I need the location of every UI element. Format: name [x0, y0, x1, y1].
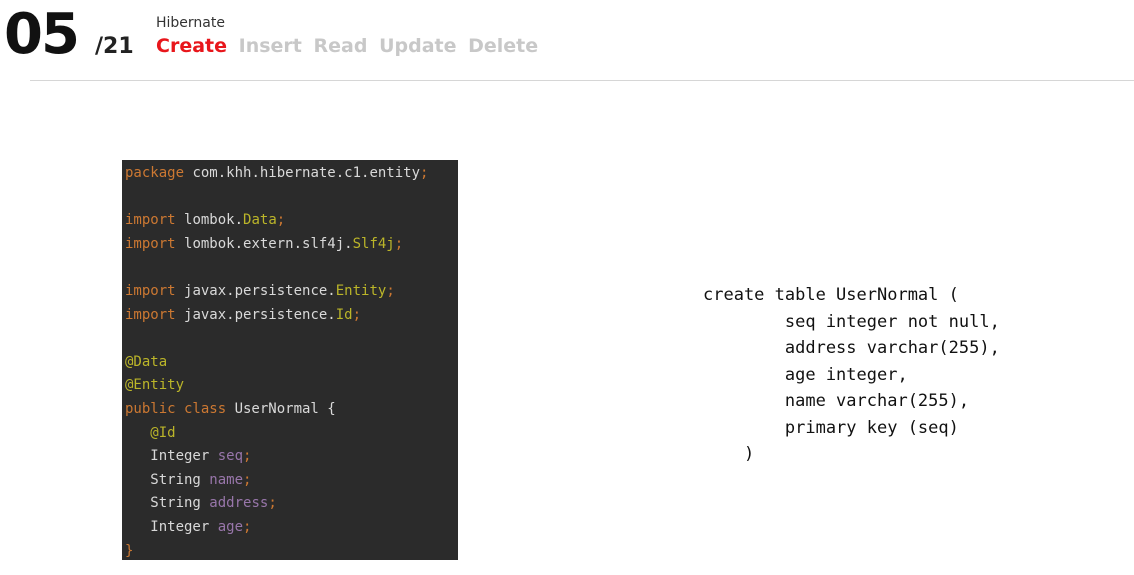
code-line: String name; — [125, 469, 458, 493]
sql-line: create table UserNormal ( — [703, 285, 959, 305]
code-token: package — [125, 165, 193, 181]
code-token: lombok. — [184, 212, 244, 229]
code-token: ; — [268, 495, 277, 512]
code-token: ; — [386, 282, 395, 299]
code-line: String address; — [125, 492, 458, 516]
crud-item-delete: Delete — [468, 35, 539, 57]
crud-item-insert: Insert — [238, 35, 302, 57]
code-token: javax.persistence. — [184, 306, 336, 323]
code-token: public class — [125, 400, 235, 417]
java-code-panel: package com.khh.hibernate.c1.entity; imp… — [122, 160, 458, 560]
sql-code-block: create table UserNormal ( seq integer no… — [703, 282, 1000, 468]
code-line: Integer seq; — [125, 445, 458, 469]
code-line: import javax.persistence.Entity; — [125, 280, 458, 304]
code-token: seq — [217, 448, 244, 465]
code-token: UserNormal { — [234, 400, 336, 417]
code-line: public class UserNormal { — [125, 398, 458, 422]
code-token: @Data — [125, 353, 168, 370]
code-token: ; — [420, 165, 429, 181]
crud-item-read: Read — [313, 35, 368, 57]
code-token: import — [125, 282, 185, 299]
code-token: ; — [276, 212, 286, 229]
code-token: @Entity — [125, 377, 185, 394]
code-token: } — [125, 542, 134, 559]
sql-line: name varchar(255), — [703, 391, 970, 411]
code-token: @Id — [125, 424, 176, 441]
topic-label: Hibernate — [156, 15, 225, 31]
code-line: import lombok.extern.slf4j.Slf4j; — [125, 233, 458, 257]
code-token: Id — [335, 306, 353, 323]
code-token: import — [125, 212, 185, 229]
code-line: } — [125, 540, 458, 561]
code-token: ; — [243, 471, 252, 488]
code-token: Data — [243, 212, 277, 229]
code-token: import — [125, 235, 185, 252]
code-token: ; — [352, 306, 362, 323]
code-token: ; — [394, 235, 404, 252]
code-line: @Data — [125, 351, 458, 375]
code-token: com.khh.hibernate.c1.entity — [192, 165, 421, 181]
sql-line: age integer, — [703, 364, 908, 385]
code-token: String — [125, 471, 210, 488]
code-token: ; — [243, 448, 252, 465]
sql-line: seq integer not null, — [703, 311, 1000, 332]
code-token: address — [209, 495, 269, 512]
header-divider — [30, 80, 1134, 81]
slide-total: /21 — [95, 34, 134, 59]
code-line: Integer age; — [125, 516, 458, 540]
code-token: Integer — [125, 448, 218, 465]
code-line: @Entity — [125, 374, 458, 398]
code-token: import — [125, 306, 185, 323]
sql-line: primary key (seq) — [703, 417, 959, 438]
code-line: package com.khh.hibernate.c1.entity; — [125, 162, 458, 186]
slide-number: 05 — [4, 2, 80, 67]
sql-line: address varchar(255), — [703, 338, 1000, 358]
crud-item-update: Update — [379, 35, 457, 57]
slide-header: 05 /21 Hibernate Create Insert Read Upda… — [0, 0, 1134, 80]
java-code-block: package com.khh.hibernate.c1.entity; imp… — [122, 160, 458, 560]
sql-line: ) — [703, 444, 755, 464]
crud-nav: Create Insert Read Update Delete — [156, 35, 543, 57]
code-token: lombok.extern.slf4j. — [184, 235, 353, 252]
code-token: ; — [243, 518, 252, 535]
code-token: Integer — [125, 518, 218, 535]
code-token: name — [209, 471, 244, 488]
code-token: Slf4j — [352, 235, 395, 252]
code-token: age — [217, 518, 244, 535]
code-token: Entity — [335, 282, 387, 299]
code-token: javax.persistence. — [184, 282, 336, 299]
code-line: import lombok.Data; — [125, 209, 458, 233]
code-token: String — [125, 495, 210, 512]
crud-item-create: Create — [156, 35, 227, 57]
code-line: import javax.persistence.Id; — [125, 304, 458, 328]
code-line: @Id — [125, 422, 458, 446]
